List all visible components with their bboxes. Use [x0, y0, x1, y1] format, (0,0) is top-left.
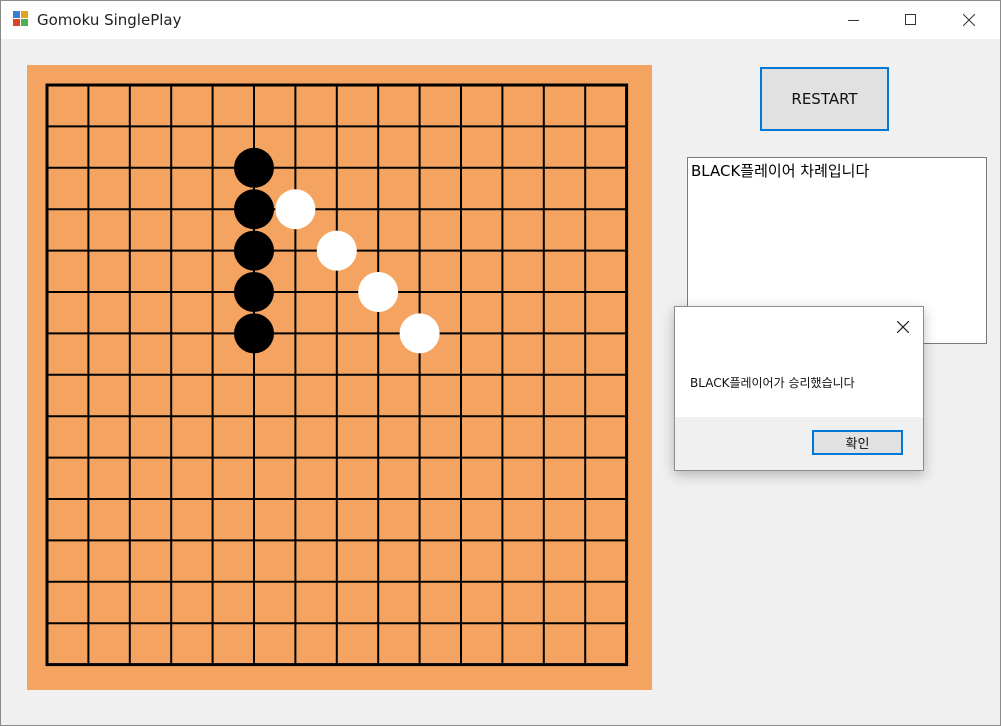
close-icon	[897, 321, 909, 333]
gomoku-board[interactable]	[27, 65, 652, 690]
main-window: Gomoku SinglePlay RESTART BLACK플레이어 차례입니…	[0, 0, 1001, 726]
black-stone	[234, 272, 274, 312]
black-stone	[234, 147, 274, 188]
gomoku-app-icon	[13, 11, 29, 27]
white-stone	[399, 313, 440, 354]
white-stone	[316, 230, 357, 271]
status-text: BLACK플레이어 차례입니다	[691, 162, 870, 180]
minimize-button[interactable]	[831, 1, 877, 39]
window-title: Gomoku SinglePlay	[37, 11, 182, 29]
close-icon	[963, 14, 975, 26]
dialog-footer: 확인	[675, 417, 923, 470]
white-stone	[275, 189, 316, 230]
title-bar[interactable]: Gomoku SinglePlay	[1, 1, 1000, 39]
ok-button[interactable]: 확인	[812, 430, 903, 455]
close-button[interactable]	[946, 1, 992, 39]
maximize-button[interactable]	[888, 1, 934, 39]
dialog-close-button[interactable]	[891, 315, 915, 339]
maximize-icon	[905, 14, 916, 25]
restart-button[interactable]: RESTART	[760, 67, 889, 131]
board-grid[interactable]	[27, 65, 652, 690]
black-stone	[234, 313, 274, 354]
black-stone	[234, 189, 274, 230]
message-dialog: BLACK플레이어가 승리했습니다 확인	[674, 306, 924, 471]
minimize-icon	[848, 20, 859, 21]
black-stone	[234, 230, 274, 271]
dialog-message: BLACK플레이어가 승리했습니다	[690, 376, 855, 390]
white-stone	[358, 272, 399, 312]
